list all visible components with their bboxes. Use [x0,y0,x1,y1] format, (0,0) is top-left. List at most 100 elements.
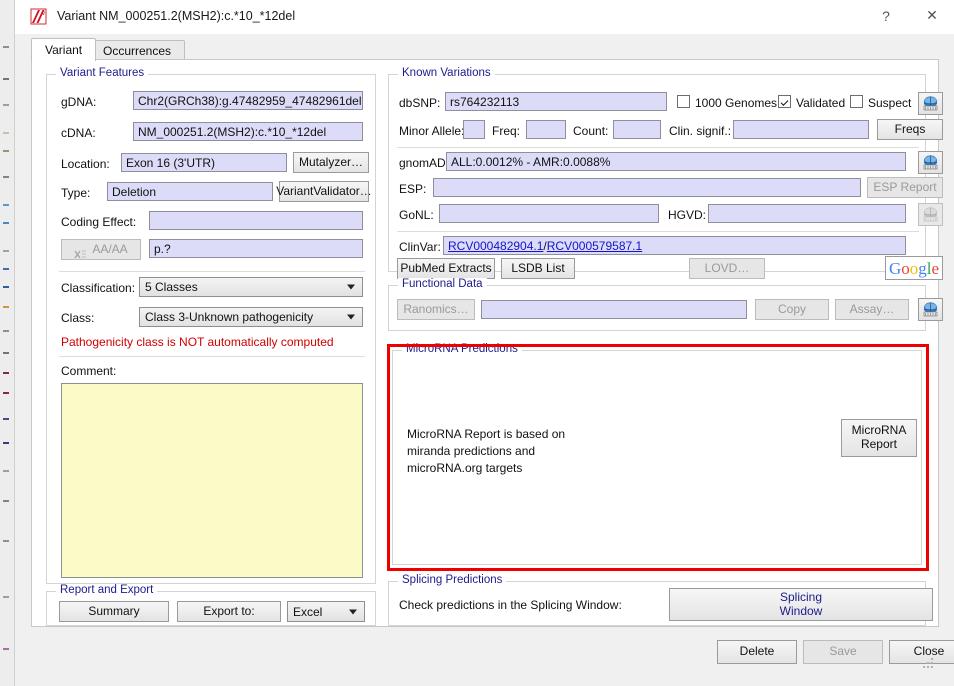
bleed-pixel [3,176,9,178]
export-to-button[interactable]: Export to: [177,601,281,622]
comment-label: Comment: [61,364,117,378]
ranomics-button[interactable]: Ranomics… [397,299,475,320]
functional-data-globe-button[interactable] [918,298,943,321]
tab-strip: Variant Occurrences [15,34,954,61]
bleed-pixel [3,46,9,48]
lovd-button[interactable]: LOVD… [689,258,765,279]
esp-report-button[interactable]: ESP Report [867,177,943,198]
hgvd-globe-button[interactable] [918,203,943,226]
class-value: Class 3-Unknown pathogenicity [145,310,314,324]
gnomad-field[interactable]: ALL:0.0012% - AMR:0.0088% [446,152,906,171]
variant-features-group: Variant Features gDNA: Chr2(GRCh38):g.47… [46,67,376,584]
close-window-button[interactable]: ✕ [909,0,954,31]
tab-occurrences[interactable]: Occurrences [89,40,186,61]
chevron-down-icon [349,609,357,614]
hgvd-label: HGVD: [668,208,707,222]
kv-separator-1 [397,147,919,148]
cdna-field[interactable]: NM_000251.2(MSH2):c.*10_*12del [133,122,363,141]
window-title: Variant NM_000251.2(MSH2):c.*10_*12del [57,9,296,23]
checkbox-1000-genomes[interactable] [677,95,690,108]
type-label: Type: [61,186,91,200]
esp-field[interactable] [433,178,861,197]
known-variations-group: Known Variations dbSNP: rs764232113 1000… [388,67,943,280]
summary-button[interactable]: Summary [59,601,169,622]
report-export-legend: Report and Export [56,584,158,596]
dbsnp-globe-button[interactable] [918,92,943,115]
clin-signif-field[interactable] [733,120,869,139]
functional-data-legend: Functional Data [398,278,487,290]
hgvd-field[interactable] [708,204,906,223]
classification-value: 5 Classes [145,280,198,294]
protein-aa-icon [74,235,88,264]
resize-grip[interactable] [923,658,935,670]
clinvar-link-2[interactable]: RCV000579587.1 [547,239,642,253]
splicing-window-button[interactable]: Splicing Window [669,588,933,621]
gonl-label: GoNL: [399,208,434,222]
copy-button[interactable]: Copy [755,299,829,320]
bleed-pixel [3,150,9,152]
pathogenicity-warning: Pathogenicity class is NOT automatically… [61,335,334,349]
gnomad-globe-button[interactable] [918,151,943,174]
google-button[interactable]: Google [885,256,943,280]
freq-field[interactable] [526,120,566,139]
bleed-pixel [3,250,9,252]
aa-aa-button[interactable]: AA/AA [61,239,141,260]
export-format-combo[interactable]: Excel [287,601,365,622]
microrna-report-button[interactable]: MicroRNA Report [841,419,917,457]
clinvar-link-1[interactable]: RCV000482904.1 [448,239,543,253]
gdna-field[interactable]: Chr2(GRCh38):g.47482959_47482961del [133,91,363,110]
location-field[interactable]: Exon 16 (3'UTR) [121,153,287,172]
count-field[interactable] [613,120,661,139]
gonl-field[interactable] [439,204,659,223]
bleed-pixel [3,104,9,106]
comment-textarea[interactable] [61,383,363,578]
checkbox-validated[interactable] [778,95,791,108]
chevron-down-icon [347,314,355,320]
help-button[interactable]: ? [863,0,909,31]
classification-label: Classification: [61,281,136,295]
bleed-pixel [3,352,9,354]
title-bar: v Variant NM_000251.2(MSH2):c.*10_*12del… [15,0,954,34]
cdna-label: cDNA: [61,126,96,140]
close-button[interactable]: Close [889,640,954,664]
report-and-export-group: Report and Export Summary Export to: Exc… [46,584,376,626]
checkbox-suspect[interactable] [850,95,863,108]
ncbi-globe-icon [923,207,938,222]
tab-variant[interactable]: Variant [31,38,97,61]
freqs-button[interactable]: Freqs [877,119,943,140]
features-separator-1 [59,271,365,272]
type-field[interactable]: Deletion [107,182,273,201]
coding-effect-field[interactable] [149,211,363,230]
bleed-pixel [3,132,9,134]
assay-button[interactable]: Assay… [835,299,909,320]
checkbox-suspect-label: Suspect [868,96,912,110]
delete-button[interactable]: Delete [717,640,797,664]
location-label: Location: [61,157,110,171]
variant-dialog-window: v Variant NM_000251.2(MSH2):c.*10_*12del… [14,0,954,686]
variantvalidator-button[interactable]: VariantValidator… [276,181,372,202]
pubmed-extracts-button[interactable]: PubMed Extracts [397,258,495,279]
bleed-pixel [3,418,9,420]
save-button[interactable]: Save [803,640,883,664]
classification-combo[interactable]: 5 Classes [139,277,363,297]
microrna-legend: MicroRNA Predictions [402,343,522,355]
class-combo[interactable]: Class 3-Unknown pathogenicity [139,307,363,327]
bleed-pixel [3,268,9,270]
clinvar-label: ClinVar: [399,240,441,254]
bleed-pixel [3,470,9,472]
clinvar-field[interactable]: RCV000482904.1 / RCV000579587.1 [443,236,906,255]
freq-label: Freq: [492,124,521,138]
aa-aa-button-label: AA/AA [92,241,128,256]
count-label: Count: [573,124,609,138]
bleed-pixel [3,222,9,224]
background-window-bleed [0,0,14,686]
svg-text:v: v [42,11,45,17]
protein-field[interactable]: p.? [149,239,363,258]
functional-data-field[interactable] [481,300,747,319]
minor-allele-field[interactable] [463,120,485,139]
dbsnp-field[interactable]: rs764232113 [445,92,667,111]
dialog-client-area: Variant Features gDNA: Chr2(GRCh38):g.47… [31,59,943,627]
mutalyzer-button[interactable]: Mutalyzer… [293,152,369,173]
lsdb-list-button[interactable]: LSDB List [501,258,575,279]
ncbi-globe-icon [923,96,938,111]
